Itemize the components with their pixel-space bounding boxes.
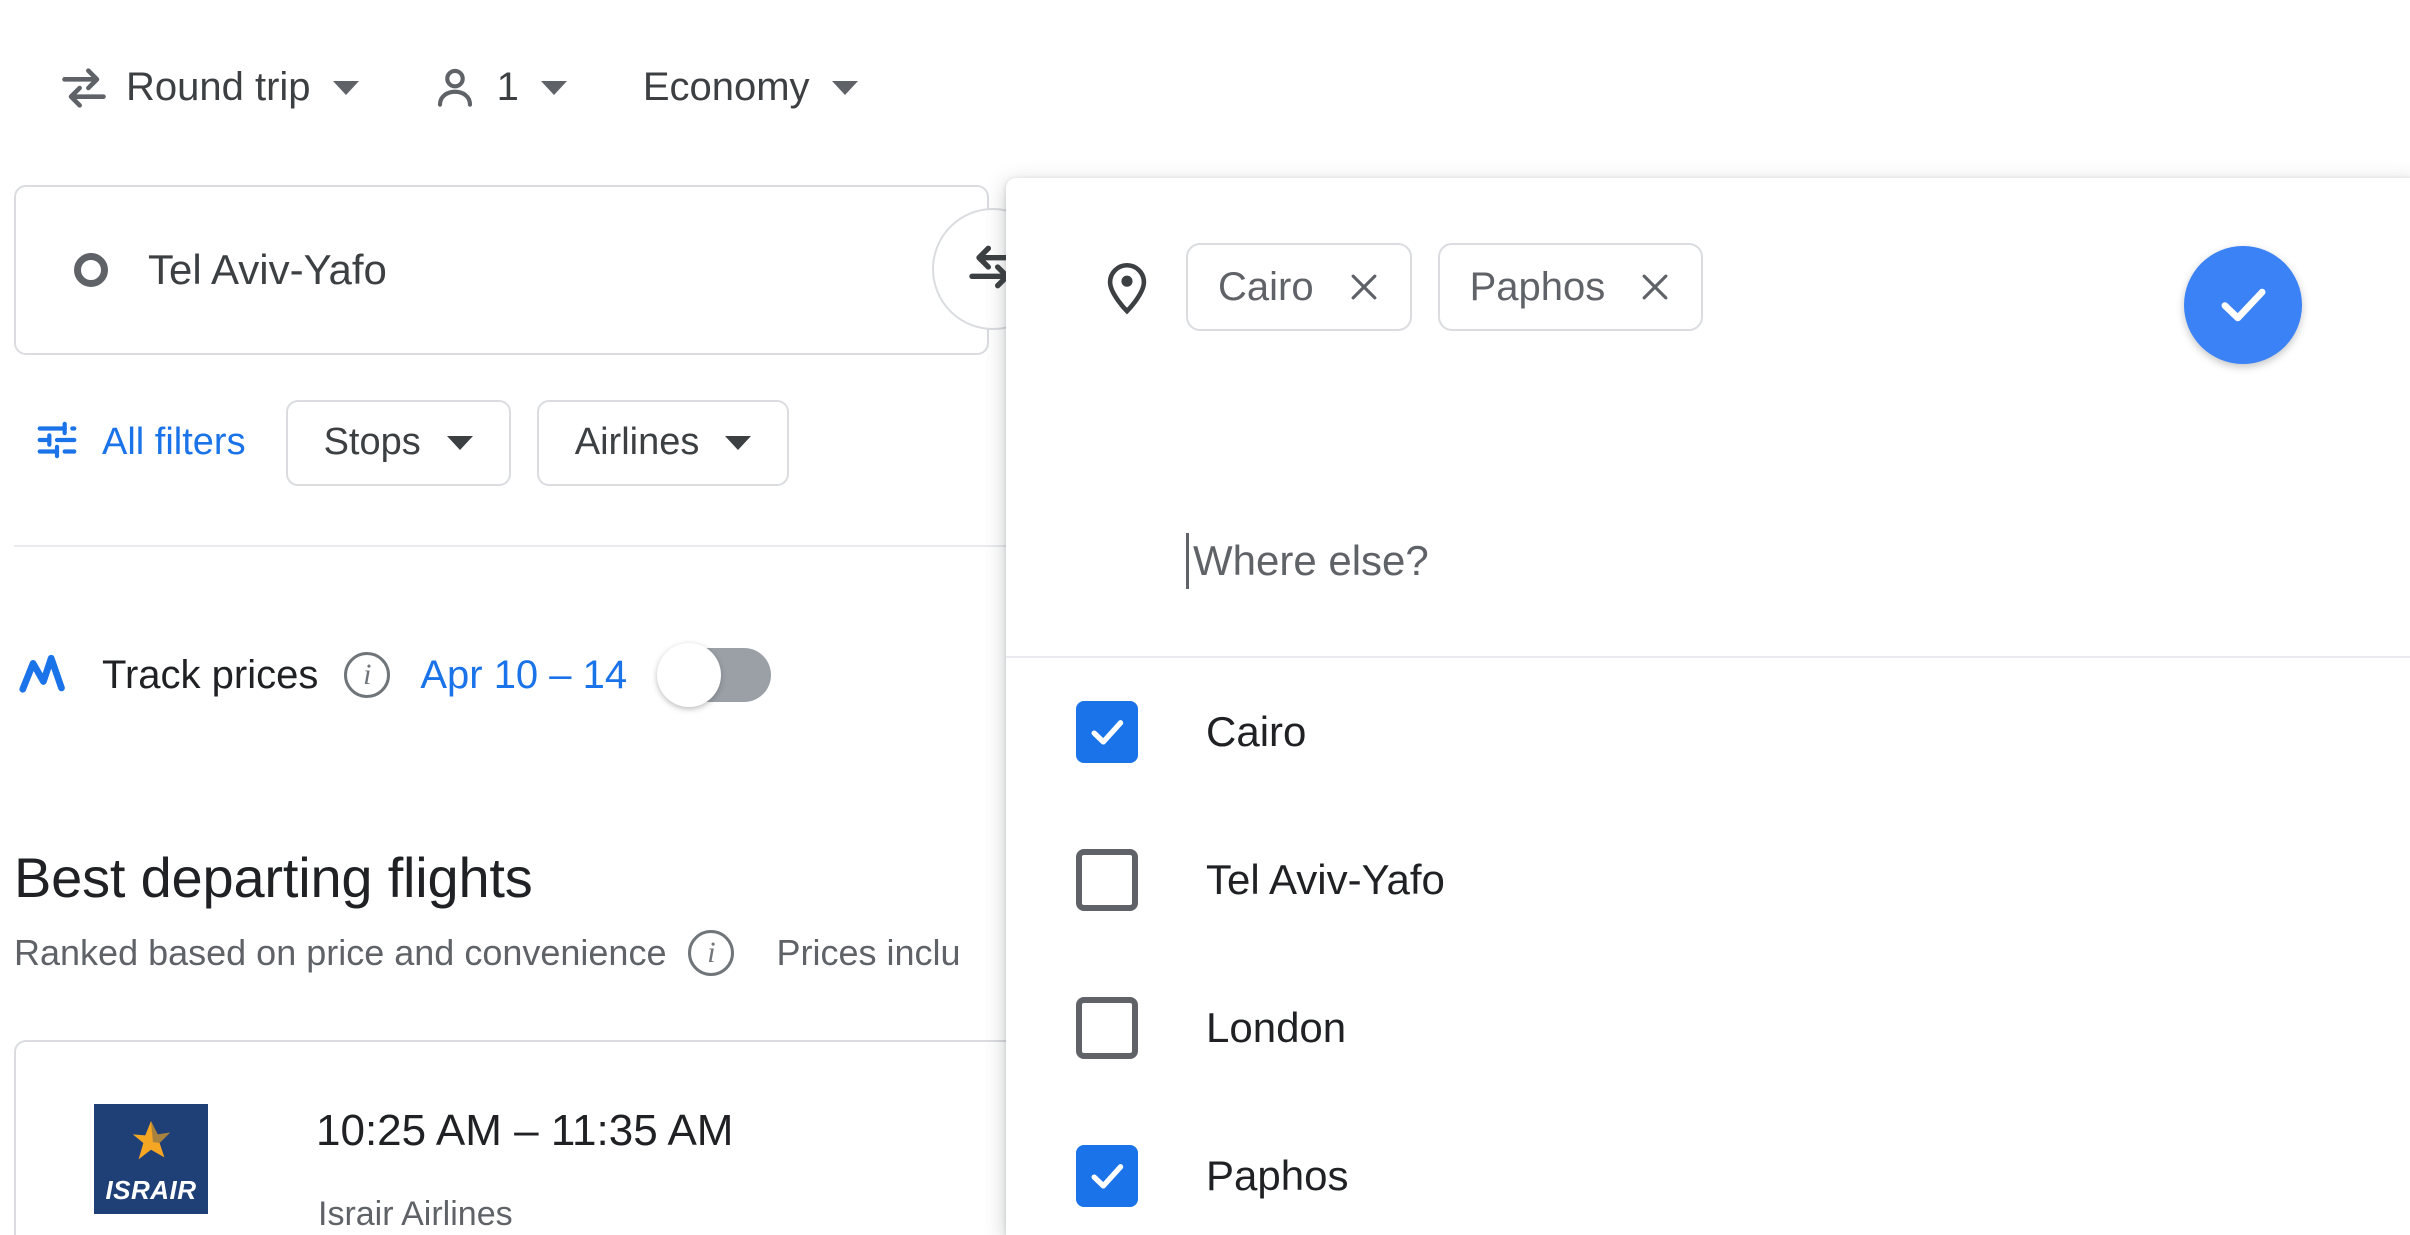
page-root: Round trip 1 Economy Tel Aviv-Yafo All f… [0,0,2410,1235]
destination-option-tel-aviv-yafo[interactable]: Tel Aviv-Yafo [1006,806,2410,954]
all-filters-label: All filters [102,421,246,463]
airline-logo: ISRAIR [94,1104,208,1214]
origin-input[interactable]: Tel Aviv-Yafo [148,246,387,294]
filter-chip-airlines[interactable]: Airlines [536,399,790,486]
destination-option-cairo[interactable]: Cairo [1006,658,2410,806]
destination-chip-cairo[interactable]: Cairo [1186,243,1412,331]
destination-option-label: Paphos [1206,1152,1349,1199]
destination-option-london[interactable]: London [1006,954,2410,1102]
track-prices-toggle[interactable] [657,643,772,707]
chevron-down-icon [446,435,473,450]
check-icon [2212,273,2274,338]
destination-option-label: London [1206,1004,1347,1051]
trip-options-bar: Round trip 1 Economy [0,0,2410,175]
destination-search-input[interactable]: Where else? [1193,537,1429,585]
trending-line-icon [14,643,78,707]
info-icon[interactable]: i [688,930,735,976]
track-prices-label: Track prices [102,652,319,697]
close-icon[interactable] [1344,267,1384,307]
passenger-selector[interactable]: 1 [411,50,585,126]
chevron-down-icon [332,80,359,95]
airline-logo-text: ISRAIR [105,1175,197,1205]
checkbox-unchecked-icon[interactable] [1076,997,1138,1059]
location-pin-icon [1098,258,1156,321]
destination-picker-header: Cairo Paphos Where else? [1006,178,2410,589]
trip-type-selector[interactable]: Round trip [40,50,377,126]
person-icon [429,62,481,114]
circle-outline-icon [74,253,108,287]
destination-chip-label: Paphos [1469,264,1606,309]
swap-horizontal-icon [58,62,110,114]
filter-chip-stops-label: Stops [323,421,421,463]
destination-options-list: Cairo Tel Aviv-Yafo London Paphos San Fr… [1006,658,2410,1235]
close-icon[interactable] [1635,267,1675,307]
best-departing-flights-title: Best departing flights [14,846,533,909]
confirm-destinations-button[interactable] [2184,246,2302,364]
best-departing-flights-subtitle: Ranked based on price and convenience i … [14,930,961,976]
israir-star-icon [132,1121,171,1160]
destination-chip-paphos[interactable]: Paphos [1437,243,1704,331]
cabin-class-selector[interactable]: Economy [625,50,876,126]
all-filters-button[interactable]: All filters [20,417,260,468]
passenger-count-label: 1 [496,65,519,109]
destination-option-label: Cairo [1206,708,1307,755]
checkbox-checked-icon[interactable] [1076,701,1138,763]
info-icon[interactable]: i [344,652,391,698]
track-prices-dates[interactable]: Apr 10 – 14 [420,653,627,698]
filter-chip-stops[interactable]: Stops [285,399,511,486]
chevron-down-icon [725,435,752,450]
text-cursor [1186,533,1189,589]
destination-picker-panel: Cairo Paphos Where else? Cairo Tel Aviv-… [1006,178,2410,1235]
selected-destinations-chips: Cairo Paphos [1186,243,1704,331]
flight-search-card: Tel Aviv-Yafo [14,185,989,355]
checkbox-unchecked-icon[interactable] [1076,849,1138,911]
flight-airline-name: Israir Airlines [318,1195,513,1233]
toggle-knob [657,643,722,707]
destination-option-label: Tel Aviv-Yafo [1206,856,1445,903]
destination-option-paphos[interactable]: Paphos [1006,1102,2410,1235]
trip-type-label: Round trip [126,65,311,109]
ranking-note: Ranked based on price and convenience [14,932,667,973]
filter-chip-airlines-label: Airlines [574,421,700,463]
track-prices-row: Track prices i Apr 10 – 14 [14,620,772,730]
destination-chip-label: Cairo [1218,264,1314,309]
prices-include-note: Prices inclu [776,932,961,973]
flight-times: 10:25 AM – 11:35 AM [316,1106,734,1155]
destination-search-field[interactable]: Where else? [1186,533,1429,589]
checkbox-checked-icon[interactable] [1076,1145,1138,1207]
tune-icon [34,417,80,468]
cabin-class-label: Economy [642,65,810,109]
chevron-down-icon [831,80,858,95]
chevron-down-icon [540,80,567,95]
